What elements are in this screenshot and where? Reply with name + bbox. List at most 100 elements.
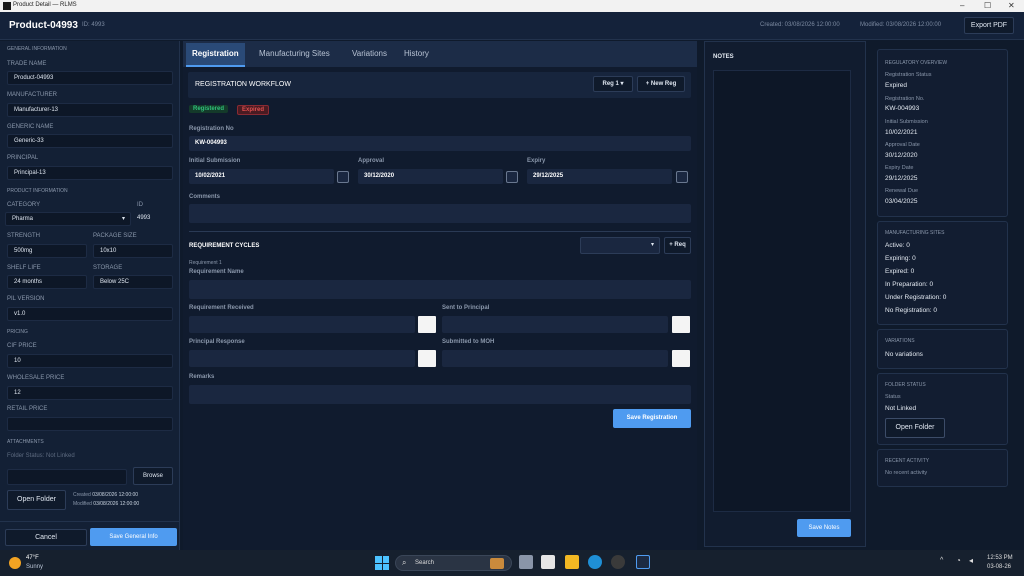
- window-titlebar: Product Detail — RLMS – ☐ ✕: [0, 0, 1024, 12]
- weather-temp[interactable]: 47°F: [26, 555, 39, 561]
- windows-start-icon[interactable]: [375, 556, 389, 570]
- wholesale-price-field[interactable]: 12: [7, 386, 173, 400]
- requirement-received-checkbox[interactable]: [418, 316, 436, 333]
- new-reg-button[interactable]: + New Reg: [637, 76, 685, 92]
- clock-time[interactable]: 12:53 PM: [987, 555, 1013, 561]
- overview-renewal-value: 03/04/2025: [885, 198, 918, 205]
- save-general-info-button[interactable]: Save General Info: [90, 528, 177, 546]
- pil-version-field[interactable]: v1.0: [7, 307, 173, 321]
- cif-price-field[interactable]: 10: [7, 354, 173, 368]
- requirement-name-field[interactable]: [189, 280, 691, 299]
- approval-field[interactable]: 30/12/2020: [358, 169, 503, 184]
- modified-timestamp: Modified: 03/08/2026 12:00:00: [860, 22, 942, 28]
- tray-chevron-icon[interactable]: ^: [940, 557, 943, 564]
- notes-panel: NOTES Save Notes: [704, 41, 866, 547]
- tab-manufacturing-sites[interactable]: Manufacturing Sites: [259, 49, 330, 58]
- variations-text: No variations: [885, 351, 923, 358]
- maximize-button[interactable]: ☐: [984, 1, 991, 10]
- tab-history[interactable]: History: [404, 49, 429, 58]
- comments-field[interactable]: [189, 204, 691, 223]
- reg-no-field[interactable]: KW-004993: [189, 136, 691, 151]
- manufacturing-sites-card: MANUFACTURING SITES Active: 0 Expiring: …: [877, 221, 1008, 325]
- principal-field[interactable]: Principal-13: [7, 166, 173, 180]
- folder-status-card: FOLDER STATUS Status Not Linked Open Fol…: [877, 373, 1008, 445]
- shelf-life-field[interactable]: 24 months: [7, 275, 87, 289]
- tab-variations[interactable]: Variations: [352, 49, 387, 58]
- category-select[interactable]: Pharma ▾: [5, 212, 131, 226]
- sent-to-principal-label: Sent to Principal: [442, 305, 490, 311]
- close-button[interactable]: ✕: [1008, 1, 1015, 10]
- edge-icon[interactable]: [588, 555, 602, 569]
- created-value: 03/08/2026 12:00:00: [92, 492, 139, 498]
- open-folder-card-button[interactable]: Open Folder: [885, 418, 945, 438]
- taskbar-search[interactable]: ⌕ Search: [395, 555, 512, 571]
- overview-regno-label: Registration No.: [885, 96, 925, 102]
- folder-status-text: Folder Status: Not Linked: [7, 453, 75, 459]
- page-header: Product-04993 ID: 4993 Created: 03/08/20…: [0, 12, 1024, 40]
- weather-text[interactable]: Sunny: [26, 564, 43, 570]
- clock-date[interactable]: 03-08-26: [987, 564, 1011, 570]
- storage-field[interactable]: Below 25C: [93, 275, 173, 289]
- requirement-select[interactable]: ▾: [580, 237, 660, 254]
- cancel-button[interactable]: Cancel: [5, 529, 87, 546]
- strength-label: STRENGTH: [7, 233, 40, 239]
- modified-label: Modified: [73, 501, 92, 507]
- minimize-button[interactable]: –: [960, 1, 964, 10]
- file-explorer-icon[interactable]: [565, 555, 579, 569]
- reg-select-value: Reg 1: [602, 81, 619, 87]
- task-view-icon[interactable]: [519, 555, 533, 569]
- variations-title: VARIATIONS: [885, 338, 915, 344]
- initial-submission-field[interactable]: 10/02/2021: [189, 169, 334, 184]
- wifi-icon[interactable]: ◔: [956, 556, 961, 565]
- submitted-to-moh-field[interactable]: [442, 350, 668, 367]
- save-registration-button[interactable]: Save Registration: [613, 409, 691, 428]
- generic-name-field[interactable]: Generic-33: [7, 134, 173, 148]
- sent-to-principal-checkbox[interactable]: [672, 316, 690, 333]
- attachments-section-title: ATTACHMENTS: [7, 439, 44, 445]
- browse-button[interactable]: Browse: [133, 467, 173, 485]
- taskbar: 47°F Sunny ⌕ Search ^ ◔ ◂ 12:53 PM 03-08…: [0, 550, 1024, 576]
- package-size-field[interactable]: 10x10: [93, 244, 173, 258]
- principal-response-field[interactable]: [189, 350, 415, 367]
- cif-price-label: CIF PRICE: [7, 343, 37, 349]
- attachment-path-field[interactable]: [7, 469, 127, 485]
- volume-icon[interactable]: ◂: [969, 556, 973, 565]
- requirement-index: Requirement 1: [189, 260, 222, 266]
- section-divider: [189, 231, 691, 232]
- generic-name-label: GENERIC NAME: [7, 124, 54, 130]
- calendar-icon[interactable]: [506, 171, 518, 183]
- manufacturer-field[interactable]: Manufacturer-13: [7, 103, 173, 117]
- retail-price-field[interactable]: [7, 417, 173, 431]
- principal-response-checkbox[interactable]: [418, 350, 436, 367]
- calendar-icon[interactable]: [676, 171, 688, 183]
- save-notes-button[interactable]: Save Notes: [797, 519, 851, 537]
- product-section-title: PRODUCT INFORMATION: [7, 188, 68, 194]
- open-folder-button[interactable]: Open Folder: [7, 490, 66, 510]
- mfg-under-registration: Under Registration: 0: [885, 294, 947, 301]
- tab-registration[interactable]: Registration: [186, 43, 245, 67]
- remarks-field[interactable]: [189, 385, 691, 404]
- widgets-icon[interactable]: [541, 555, 555, 569]
- add-requirement-button[interactable]: + Req: [664, 237, 691, 254]
- trade-name-field[interactable]: Product-04993: [7, 71, 173, 85]
- retail-price-label: RETAIL PRICE: [7, 406, 48, 412]
- requirement-received-field[interactable]: [189, 316, 415, 333]
- submitted-to-moh-checkbox[interactable]: [672, 350, 690, 367]
- notes-textarea[interactable]: [713, 70, 851, 512]
- expiry-field[interactable]: 29/12/2025: [527, 169, 672, 184]
- overview-approval-value: 30/12/2020: [885, 152, 918, 159]
- expired-badge[interactable]: Expired: [237, 105, 270, 115]
- sent-to-principal-field[interactable]: [442, 316, 668, 333]
- export-pdf-button[interactable]: Export PDF: [964, 17, 1014, 34]
- product-id: ID: 4993: [82, 22, 105, 28]
- rlms-app-icon[interactable]: [636, 555, 650, 569]
- created-timestamp: Created: 03/08/2026 12:00:00: [760, 22, 840, 28]
- overview-regno-value: KW-004993: [885, 105, 920, 112]
- sun-icon[interactable]: [9, 557, 21, 569]
- strength-field[interactable]: 500mg: [7, 244, 87, 258]
- app-icon[interactable]: [611, 555, 625, 569]
- calendar-icon[interactable]: [337, 171, 349, 183]
- reg-select[interactable]: Reg 1 ▾: [593, 76, 633, 92]
- registered-badge[interactable]: Registered: [189, 105, 229, 113]
- approval-label: Approval: [358, 158, 385, 164]
